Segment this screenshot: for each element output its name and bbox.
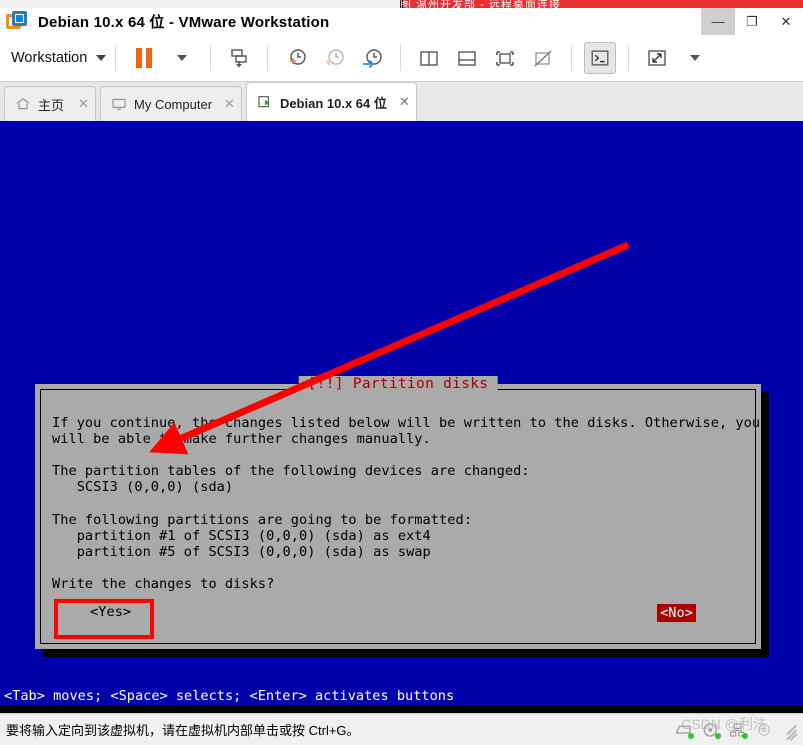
vm-guest-screen[interactable]: [!!] Partition disks If you continue, th…	[0, 121, 803, 713]
vmware-logo-icon	[6, 10, 28, 33]
vmware-workstation-window: 图 温州开发部 - 远程桌面连接 Debian 10.x 64 位 - VMwa…	[0, 0, 803, 745]
toolbar-divider	[210, 45, 212, 71]
close-button[interactable]: ✕	[769, 8, 803, 35]
toolbar-divider	[267, 45, 269, 71]
toolbar-divider	[115, 45, 117, 71]
pause-dropdown-button[interactable]	[166, 42, 198, 74]
resize-grip-icon[interactable]	[785, 723, 799, 741]
vm-running-icon	[258, 96, 270, 108]
toolbar-divider	[571, 45, 573, 71]
unity-mode-icon	[534, 50, 552, 67]
tab-debian-vm-label: Debian 10.x 64 位	[279, 95, 387, 111]
title-bar: Debian 10.x 64 位 - VMware Workstation — …	[0, 8, 803, 35]
full-screen-button[interactable]	[489, 42, 521, 74]
dialog-body-text: If you continue, the changes listed belo…	[52, 415, 761, 592]
dialog-button-row: <Yes> <No>	[52, 604, 744, 626]
partition-disks-dialog: [!!] Partition disks If you continue, th…	[35, 376, 761, 649]
tab-my-computer-label: My Computer	[134, 96, 213, 112]
unity-mode-button[interactable]	[527, 42, 559, 74]
toolbar-divider	[628, 45, 630, 71]
console-icon	[591, 50, 609, 66]
snapshot-revert-icon	[326, 49, 344, 66]
csdn-watermark-text: CSDN @利法	[681, 716, 767, 732]
tab-my-computer-close-icon[interactable]: ✕	[224, 96, 235, 112]
tab-debian-vm-close-icon[interactable]: ✕	[399, 94, 410, 110]
take-snapshot-button[interactable]	[280, 42, 312, 74]
vm-bottom-strip	[0, 705, 803, 713]
workstation-menu-label: Workstation	[11, 50, 88, 66]
vm-tab-bar: 主页 ✕ My Computer ✕ Debian 10.x 64 位 ✕	[0, 82, 803, 121]
revert-snapshot-button[interactable]	[318, 42, 350, 74]
yes-button[interactable]: <Yes>	[90, 604, 131, 620]
snapshot-manager-icon	[363, 49, 382, 68]
window-controls: — ❐ ✕	[701, 8, 803, 35]
thumbnail-bar-icon	[458, 51, 476, 66]
install-tools-icon	[231, 49, 247, 68]
console-view-button[interactable]	[584, 42, 617, 74]
vm-key-hint: <Tab> moves; <Space> selects; <Enter> ac…	[0, 686, 803, 705]
window-title: Debian 10.x 64 位 - VMware Workstation	[38, 14, 330, 31]
minimize-button[interactable]: —	[701, 8, 735, 35]
show-library-button[interactable]	[413, 42, 445, 74]
tab-home-close-icon[interactable]: ✕	[78, 96, 89, 112]
workstation-menu-button[interactable]: Workstation	[11, 50, 107, 66]
tab-my-computer[interactable]: My Computer ✕	[100, 86, 242, 121]
install-tools-button[interactable]	[223, 42, 255, 74]
dialog-title: [!!] Partition disks	[298, 376, 498, 392]
tab-home-label: 主页	[38, 97, 65, 113]
csdn-watermark: CSDN @利法	[681, 714, 767, 734]
pause-icon	[136, 48, 153, 68]
chevron-down-icon	[690, 55, 701, 61]
home-icon	[16, 97, 30, 110]
toolbar-divider	[400, 45, 402, 71]
main-toolbar: Workstation	[0, 35, 803, 82]
stretch-guest-button[interactable]	[641, 42, 673, 74]
chevron-down-icon	[96, 55, 107, 61]
tab-debian-vm[interactable]: Debian 10.x 64 位 ✕	[245, 82, 417, 121]
no-button[interactable]: <No>	[657, 604, 696, 622]
chevron-down-icon	[177, 55, 188, 61]
expand-arrows-icon	[648, 50, 666, 66]
fullscreen-icon	[496, 51, 515, 66]
library-panel-icon	[420, 51, 438, 66]
snapshot-add-icon	[290, 49, 306, 65]
pause-vm-button[interactable]	[128, 42, 160, 74]
status-message: 要将输入定向到该虚拟机，请在虚拟机内部单击或按 Ctrl+G。	[6, 723, 360, 738]
show-thumbnails-button[interactable]	[451, 42, 483, 74]
stretch-dropdown-button[interactable]	[679, 42, 711, 74]
snapshot-manager-button[interactable]	[356, 42, 388, 74]
tab-home[interactable]: 主页 ✕	[4, 86, 96, 121]
restore-button[interactable]: ❐	[735, 8, 769, 35]
monitor-icon	[112, 98, 126, 110]
